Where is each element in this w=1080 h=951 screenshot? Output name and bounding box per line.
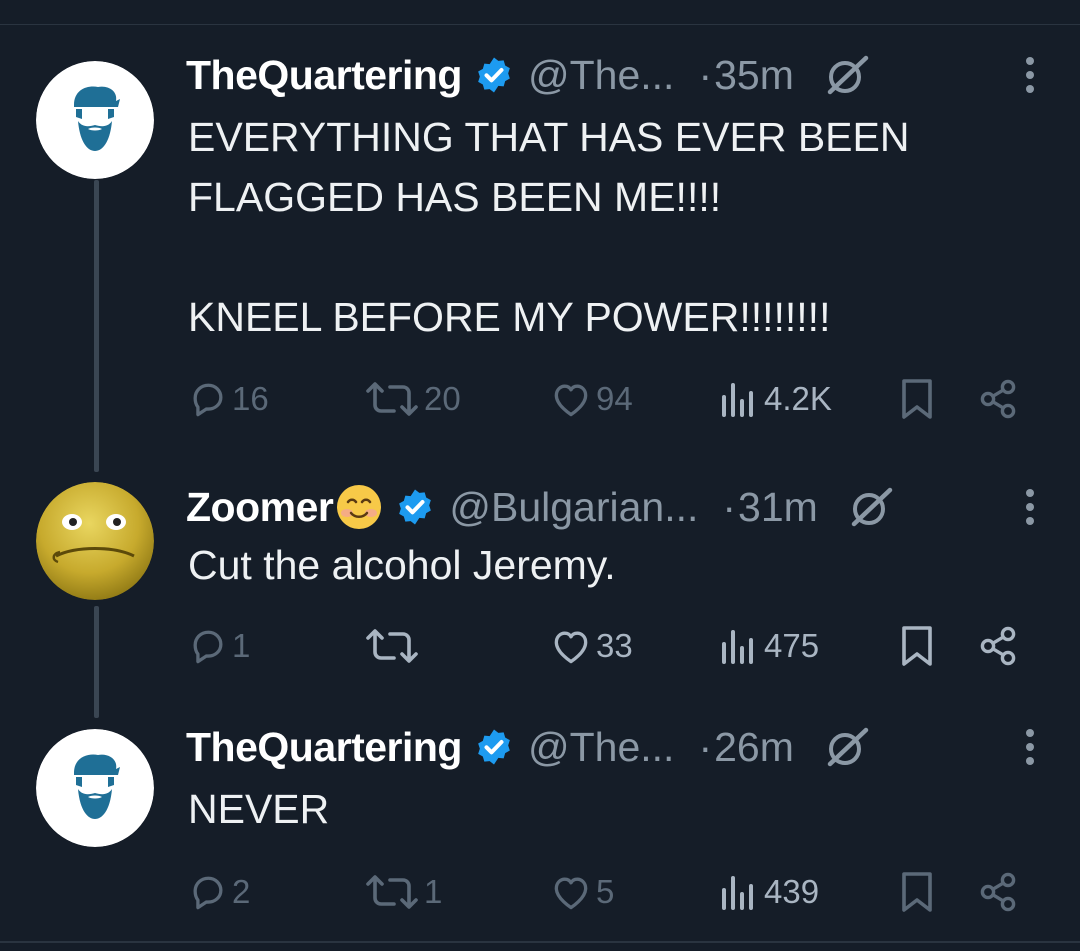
repost-button[interactable] <box>362 621 424 671</box>
more-options-icon[interactable] <box>1020 52 1040 98</box>
views-icon <box>722 876 753 910</box>
grok-icon[interactable] <box>848 484 894 530</box>
tweet[interactable]: TheQuartering @The... · 26m NEVER 2 1 5 <box>0 710 1080 941</box>
bearded-man-avatar-icon <box>36 729 154 847</box>
repost-icon <box>366 382 418 416</box>
author-avatar[interactable] <box>36 61 154 179</box>
tweet-text: EVERYTHING THAT HAS EVER BEEN FLAGGED HA… <box>188 107 1020 347</box>
repost-count: 1 <box>424 873 443 910</box>
repost-count: 20 <box>424 380 461 417</box>
verified-badge-icon <box>474 727 514 767</box>
tweet-text-line: Cut the alcohol Jeremy. <box>188 542 616 588</box>
views-count: 4.2K <box>764 380 832 417</box>
bookmark-button[interactable] <box>900 867 934 917</box>
tweet[interactable]: TheQuartering @The... · 35m EVERYTHING T… <box>0 0 1080 460</box>
author-avatar[interactable] <box>36 482 154 600</box>
heart-icon <box>554 877 588 910</box>
timestamp[interactable]: 26m <box>714 724 794 771</box>
verified-badge-icon <box>474 55 514 95</box>
like-button[interactable]: 33 <box>548 621 633 671</box>
share-icon <box>980 626 1016 666</box>
like-button[interactable]: 5 <box>548 867 614 917</box>
views-button[interactable]: 4.2K <box>718 374 832 424</box>
views-button[interactable]: 475 <box>718 621 819 671</box>
reply-icon <box>193 383 223 417</box>
tweet-text: NEVER <box>188 779 1020 839</box>
repost-icon <box>366 629 418 663</box>
tweet-text-line: KNEEL BEFORE MY POWER!!!!!!!! <box>188 294 831 340</box>
bookmark-icon <box>902 626 932 666</box>
grok-icon[interactable] <box>824 52 870 98</box>
share-icon <box>980 872 1016 912</box>
grok-icon[interactable] <box>824 724 870 770</box>
timestamp[interactable]: 35m <box>714 52 794 99</box>
bookmark-icon <box>902 379 932 419</box>
timestamp[interactable]: 31m <box>738 484 818 531</box>
author-handle[interactable]: @Bulgarian... <box>449 484 698 531</box>
smug-smiley-avatar-icon <box>36 482 154 600</box>
tweet-text-line <box>188 227 1020 287</box>
verified-badge-icon <box>395 487 435 527</box>
smiling-face-emoji-icon <box>335 483 383 531</box>
views-button[interactable]: 439 <box>718 867 819 917</box>
share-button[interactable] <box>978 867 1018 917</box>
time-separator: · <box>722 483 737 530</box>
tweet-header: Zoomer @Bulgarian... · 31m <box>186 482 1040 532</box>
share-button[interactable] <box>978 621 1018 671</box>
reply-button[interactable]: 1 <box>186 621 250 671</box>
reply-count: 16 <box>232 380 269 417</box>
tweet-text-line: EVERYTHING THAT HAS EVER BEEN FLAGGED HA… <box>188 114 910 220</box>
share-icon <box>980 379 1016 419</box>
bookmark-button[interactable] <box>900 374 934 424</box>
repost-button[interactable]: 20 <box>362 374 461 424</box>
heart-icon <box>554 631 588 664</box>
views-count: 475 <box>764 627 820 664</box>
like-button[interactable]: 94 <box>548 374 633 424</box>
repost-icon <box>366 875 418 909</box>
tweet-text: Cut the alcohol Jeremy. <box>188 535 1020 595</box>
reply-button[interactable]: 16 <box>186 374 269 424</box>
share-button[interactable] <box>978 374 1018 424</box>
reply-count: 1 <box>232 627 251 664</box>
author-name[interactable]: TheQuartering <box>186 52 462 99</box>
heart-icon <box>554 384 588 417</box>
reply-icon <box>193 630 223 664</box>
bottom-divider <box>0 941 1080 943</box>
views-icon <box>722 630 753 664</box>
bookmark-button[interactable] <box>900 621 934 671</box>
reply-button[interactable]: 2 <box>186 867 250 917</box>
time-separator: · <box>698 723 713 770</box>
author-handle[interactable]: @The... <box>528 52 674 99</box>
tweet-actions: 16 20 94 4.2K <box>186 374 1046 424</box>
tweet-text-line: NEVER <box>188 786 330 832</box>
bookmark-icon <box>902 872 932 912</box>
more-options-icon[interactable] <box>1020 484 1040 530</box>
bearded-man-avatar-icon <box>36 61 154 179</box>
author-avatar[interactable] <box>36 729 154 847</box>
tweet-actions: 1 33 475 <box>186 621 1046 671</box>
tweet-header: TheQuartering @The... · 35m <box>186 50 1040 100</box>
author-name[interactable]: Zoomer <box>186 484 334 531</box>
repost-button[interactable]: 1 <box>362 867 442 917</box>
author-handle[interactable]: @The... <box>528 724 674 771</box>
reply-count: 2 <box>232 873 251 910</box>
views-icon <box>722 383 753 417</box>
tweet-header: TheQuartering @The... · 26m <box>186 722 1040 772</box>
author-name[interactable]: TheQuartering <box>186 724 462 771</box>
like-count: 94 <box>596 380 633 417</box>
reply-icon <box>193 876 223 910</box>
views-count: 439 <box>764 873 820 910</box>
more-options-icon[interactable] <box>1020 724 1040 770</box>
tweet-actions: 2 1 5 439 <box>186 867 1046 917</box>
time-separator: · <box>698 51 713 98</box>
tweet[interactable]: Zoomer @Bulgarian... · 31m Cut the alcoh… <box>0 460 1080 710</box>
like-count: 33 <box>596 627 633 664</box>
like-count: 5 <box>596 873 615 910</box>
